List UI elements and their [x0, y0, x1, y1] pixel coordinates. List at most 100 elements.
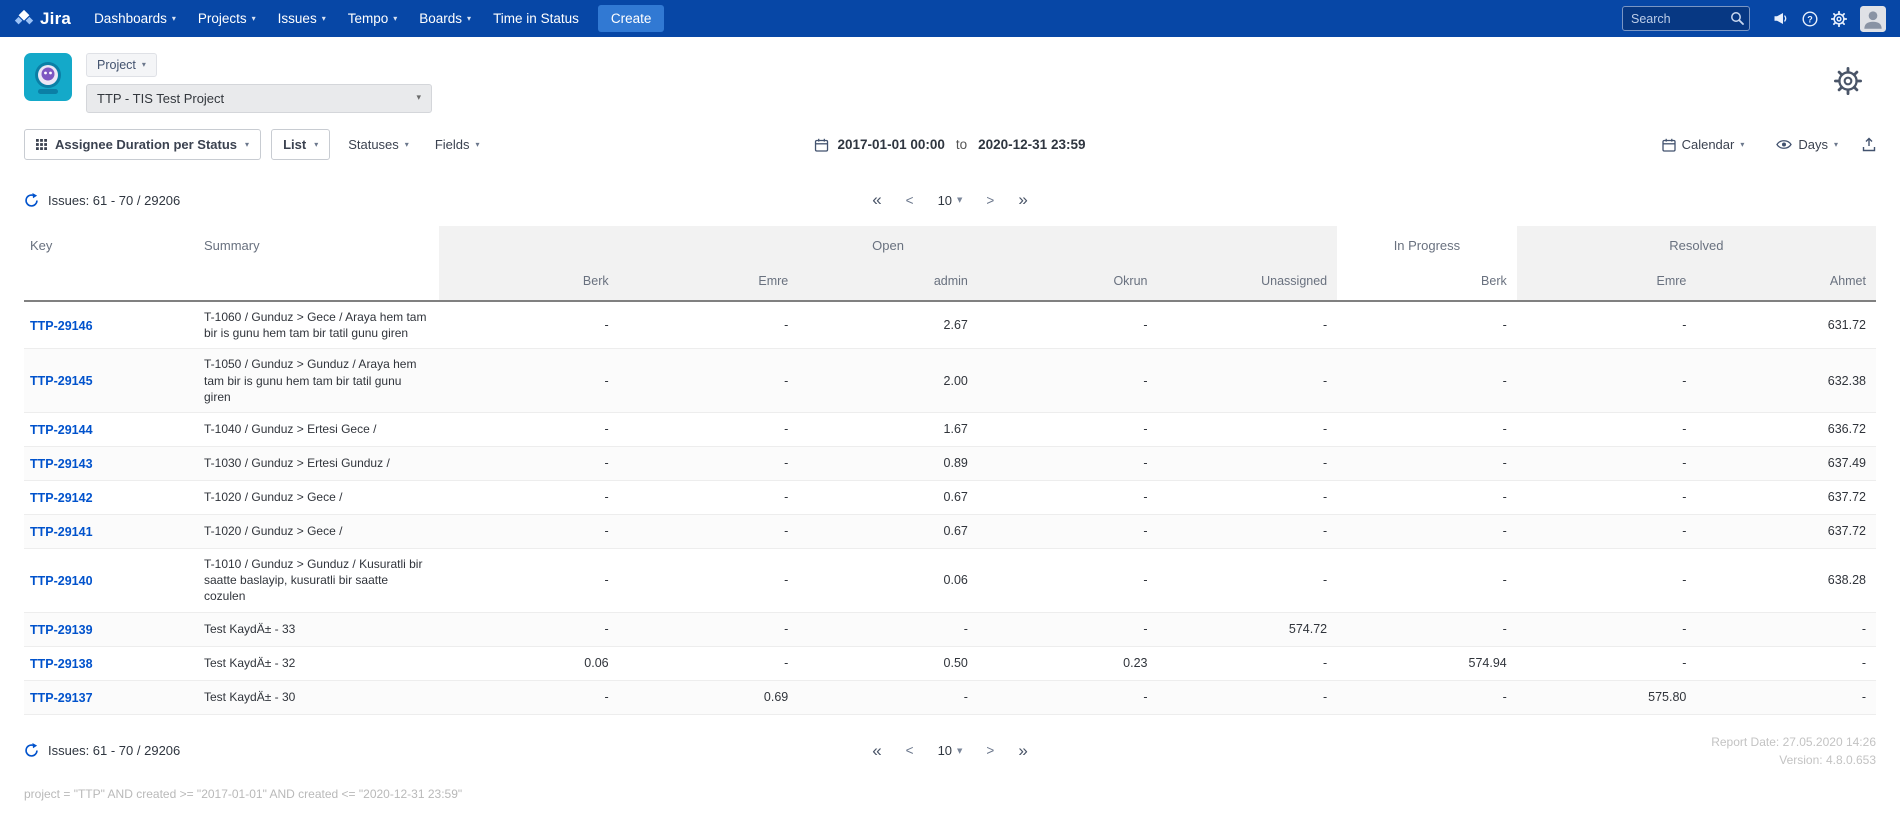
issue-key-link[interactable]: TTP-29146 — [30, 319, 93, 333]
nav-item-projects[interactable]: Projects▾ — [187, 0, 267, 37]
date-range-picker[interactable]: 2017-01-01 00:00 to 2020-12-31 23:59 — [815, 137, 1086, 152]
duration-cell: - — [439, 524, 619, 538]
column-header-emre[interactable]: Emre — [1517, 266, 1697, 300]
duration-cell: - — [1517, 573, 1697, 587]
fields-dropdown[interactable]: Fields ▾ — [427, 131, 488, 158]
nav-item-label: Tempo — [348, 11, 389, 26]
column-header-ahmet[interactable]: Ahmet — [1696, 266, 1876, 300]
calendar-view-dropdown[interactable]: Calendar ▾ — [1654, 131, 1753, 158]
table-row: TTP-29137Test KaydÄ± - 30-0.69----575.80… — [24, 681, 1876, 715]
help-icon: ? — [1802, 11, 1818, 27]
issue-key-link[interactable]: TTP-29137 — [30, 691, 93, 705]
nav-item-tempo[interactable]: Tempo ▾ — [337, 0, 409, 37]
nav-item-boards[interactable]: Boards ▾ — [408, 0, 482, 37]
duration-cell: 0.67 — [798, 524, 978, 538]
duration-cell: - — [619, 490, 799, 504]
column-header-okrun[interactable]: Okrun — [978, 266, 1158, 300]
nav-item-issues[interactable]: Issues▾ — [267, 0, 337, 37]
duration-cell: - — [1517, 656, 1697, 670]
issue-key-link[interactable]: TTP-29144 — [30, 423, 93, 437]
nav-item-time-in-status[interactable]: Time in Status — [482, 0, 590, 37]
duration-cell: - — [1337, 422, 1517, 436]
key-cell: TTP-29143 — [24, 456, 194, 471]
pagination-next[interactable]: > — [986, 193, 994, 208]
duration-cell: - — [1696, 656, 1876, 670]
nav-item-label: Time in Status — [493, 11, 579, 26]
chevron-down-icon: ▾ — [393, 15, 397, 23]
duration-cell: - — [978, 456, 1158, 470]
statuses-dropdown[interactable]: Statuses ▾ — [340, 131, 417, 158]
page-size-dropdown[interactable]: 10 ▼ — [938, 193, 963, 208]
help-button[interactable]: ? — [1802, 11, 1818, 27]
column-header-emre[interactable]: Emre — [619, 266, 799, 300]
table-row: TTP-29146T-1060 / Gunduz > Gece / Araya … — [24, 302, 1876, 349]
jql-query: project = "TTP" AND created >= "2017-01-… — [0, 775, 1900, 801]
pagination-prev[interactable]: < — [906, 193, 914, 208]
issues-count: Issues: 61 - 70 / 29206 — [48, 743, 180, 758]
chevron-down-icon: ▾ — [314, 141, 318, 149]
issue-key-link[interactable]: TTP-29145 — [30, 374, 93, 388]
duration-cell: - — [978, 318, 1158, 332]
fields-label: Fields — [435, 137, 470, 152]
issue-key-link[interactable]: TTP-29139 — [30, 623, 93, 637]
table-row: TTP-29138Test KaydÄ± - 320.06-0.500.23-5… — [24, 647, 1876, 681]
admin-settings-button[interactable] — [1831, 11, 1847, 27]
nav-item-label: Boards — [419, 11, 462, 26]
column-group-resolved: ResolvedEmreAhmet — [1517, 226, 1876, 300]
key-cell: TTP-29137 — [24, 690, 194, 705]
refresh-icon — [24, 743, 39, 758]
project-select[interactable]: TTP - TIS Test Project ▾ — [86, 84, 432, 113]
chevron-down-icon: ▾ — [252, 15, 256, 23]
duration-cell: 0.89 — [798, 456, 978, 470]
pagination-first[interactable]: « — [872, 190, 881, 210]
report-table: Key Summary OpenBerkEmreadminOkrunUnassi… — [24, 226, 1876, 715]
column-header-key[interactable]: Key — [30, 226, 52, 266]
duration-cell: 575.80 — [1517, 690, 1697, 704]
issue-summary: T-1040 / Gunduz > Ertesi Gece / — [194, 414, 439, 444]
project-meta: Project ▾ TTP - TIS Test Project ▾ — [86, 53, 432, 113]
issue-key-link[interactable]: TTP-29142 — [30, 491, 93, 505]
duration-cell: - — [619, 524, 799, 538]
report-settings-button[interactable] — [1834, 67, 1862, 95]
user-avatar[interactable] — [1860, 6, 1886, 32]
column-header-admin[interactable]: admin — [798, 266, 978, 300]
refresh-button[interactable] — [24, 743, 39, 758]
issue-summary: T-1020 / Gunduz > Gece / — [194, 516, 439, 546]
view-selector[interactable]: List ▾ — [271, 129, 330, 160]
jira-home-link[interactable]: Jira — [14, 9, 71, 29]
duration-cell: - — [619, 573, 799, 587]
project-avatar — [24, 53, 72, 101]
column-header-berk[interactable]: Berk — [439, 266, 619, 300]
nav-item-dashboards[interactable]: Dashboards▾ — [83, 0, 187, 37]
search-input[interactable] — [1622, 6, 1750, 31]
page-size-dropdown[interactable]: 10 ▼ — [938, 743, 963, 758]
pagination-last[interactable]: » — [1018, 190, 1027, 210]
issue-key-link[interactable]: TTP-29143 — [30, 457, 93, 471]
issue-key-link[interactable]: TTP-29138 — [30, 657, 93, 671]
duration-cell: - — [978, 524, 1158, 538]
pagination-next[interactable]: > — [986, 743, 994, 758]
create-button[interactable]: Create — [598, 5, 665, 32]
column-header-unassigned[interactable]: Unassigned — [1158, 266, 1338, 300]
pagination-first[interactable]: « — [872, 741, 881, 761]
duration-cell: - — [439, 456, 619, 470]
scope-type-dropdown[interactable]: Project ▾ — [86, 53, 157, 77]
pagination-prev[interactable]: < — [906, 743, 914, 758]
duration-cell: - — [1337, 524, 1517, 538]
pagination-last[interactable]: » — [1018, 741, 1027, 761]
refresh-button[interactable] — [24, 193, 39, 208]
issue-key-link[interactable]: TTP-29140 — [30, 574, 93, 588]
announcements-button[interactable] — [1773, 11, 1789, 26]
export-button[interactable] — [1862, 137, 1876, 152]
issue-key-link[interactable]: TTP-29141 — [30, 525, 93, 539]
duration-cell: - — [1158, 456, 1338, 470]
column-header-summary[interactable]: Summary — [204, 226, 260, 266]
calendar-icon — [815, 138, 829, 152]
chevron-down-icon: ▾ — [467, 15, 471, 23]
unit-dropdown[interactable]: Days ▾ — [1768, 131, 1846, 158]
report-type-selector[interactable]: Assignee Duration per Status ▾ — [24, 129, 261, 160]
report-toolbar: Assignee Duration per Status ▾ List ▾ St… — [0, 125, 1900, 176]
column-header-berk[interactable]: Berk — [1337, 266, 1517, 300]
duration-cell: - — [619, 622, 799, 636]
duration-cell: - — [1158, 490, 1338, 504]
